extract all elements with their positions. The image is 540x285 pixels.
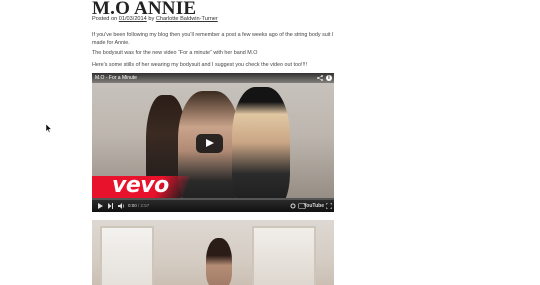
- current-time: 0:00: [128, 203, 137, 208]
- video-title[interactable]: M.O - For a Minute: [95, 75, 137, 81]
- bodysuit-still-photo: [92, 220, 334, 285]
- photo-figure: [206, 238, 232, 285]
- post-paragraph-1: If you've been following my blog then yo…: [92, 32, 334, 46]
- fullscreen-icon[interactable]: [326, 203, 332, 209]
- video-time: 0:00 / 2:57: [128, 203, 149, 208]
- youtube-logo[interactable]: YouTube: [303, 203, 324, 209]
- post-paragraph-2: The bodysuit was for the new video “For …: [92, 50, 258, 56]
- video-duration: / 2:57: [138, 203, 150, 208]
- play-icon[interactable]: [98, 203, 103, 209]
- embedded-video-player[interactable]: M.O - For a Minute i vevo 0:00 / 2:57 Yo…: [92, 73, 334, 212]
- settings-icon[interactable]: [290, 203, 296, 209]
- video-figure-right: [232, 87, 290, 211]
- posted-on-label: Posted on: [92, 16, 118, 22]
- post-meta: Posted on 01/03/2014 by Charlotte Baldwi…: [92, 16, 218, 22]
- next-icon[interactable]: [108, 203, 113, 209]
- info-icon[interactable]: i: [326, 75, 332, 81]
- post-paragraph-3: Here's some stills of her wearing my bod…: [92, 62, 307, 68]
- post-date-link[interactable]: 01/03/2014: [119, 16, 147, 22]
- by-label: by: [148, 16, 155, 22]
- share-icon[interactable]: [317, 75, 323, 81]
- photo-window-right: [252, 226, 316, 285]
- vevo-logo: vevo: [112, 173, 169, 198]
- cursor-icon: [46, 124, 52, 133]
- volume-icon[interactable]: [118, 203, 125, 209]
- video-controls: 0:00 / 2:57 YouTube: [92, 200, 334, 212]
- play-icon[interactable]: [196, 134, 223, 153]
- author-link[interactable]: Charlotte Baldwin-Turner: [156, 16, 218, 22]
- photo-window-left: [100, 226, 154, 285]
